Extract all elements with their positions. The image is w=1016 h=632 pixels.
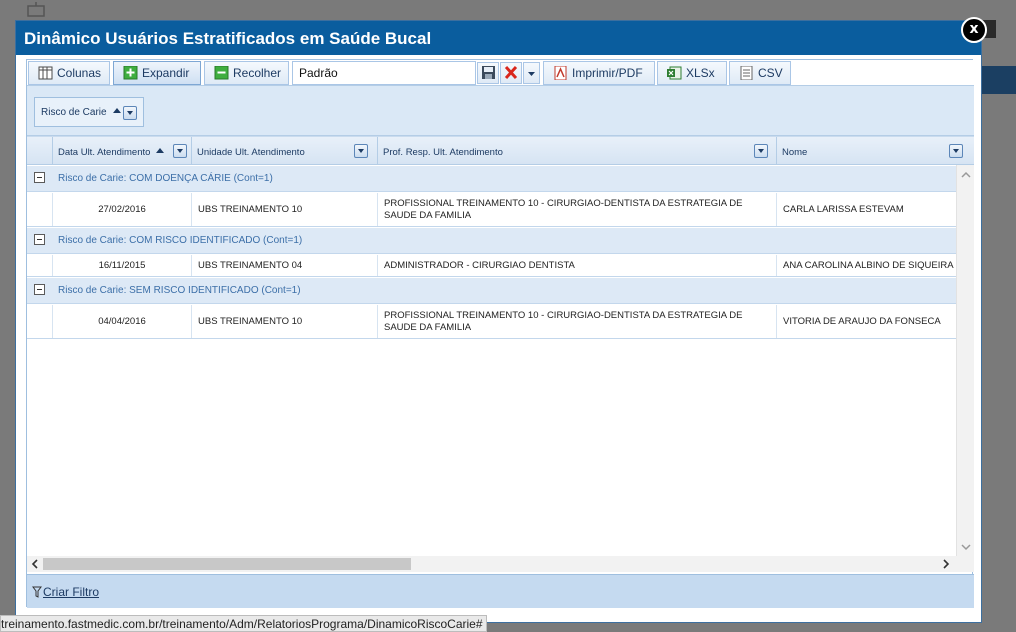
collapse-group-icon[interactable] xyxy=(34,234,45,245)
expandir-button[interactable]: Expandir xyxy=(113,61,201,85)
save-layout-button[interactable] xyxy=(477,62,499,84)
scrollbar-corner xyxy=(956,556,974,572)
column-filter-button[interactable] xyxy=(754,144,768,158)
header-label: Unidade Ult. Atendimento xyxy=(197,147,305,158)
pdf-icon xyxy=(554,66,567,80)
imprimir-pdf-button[interactable]: Imprimir/PDF xyxy=(543,61,655,85)
group-row-label: Risco de Carie: COM RISCO IDENTIFICADO (… xyxy=(58,235,303,246)
cell-data: 04/04/2016 xyxy=(53,305,192,338)
header-indent-cell xyxy=(27,137,53,165)
cell-nome: CARLA LARISSA ESTEVAM xyxy=(783,203,904,215)
row-indent-cell xyxy=(27,305,53,338)
group-row[interactable]: Risco de Carie: COM DOENÇA CÁRIE (Cont=1… xyxy=(27,166,956,192)
floppy-disk-icon xyxy=(482,66,495,79)
collapse-minus-icon xyxy=(214,66,229,80)
modal-title: Dinâmico Usuários Estratificados em Saúd… xyxy=(16,21,981,55)
sort-ascending-icon xyxy=(156,148,165,153)
cell-unidade: UBS TREINAMENTO 10 xyxy=(192,193,378,226)
cell-unidade: UBS TREINAMENTO 04 xyxy=(192,255,378,276)
report-content: Colunas Expandir Recolher Padrão Imprimi… xyxy=(26,59,974,608)
status-bar-url: treinamento.fastmedic.com.br/treinamento… xyxy=(0,615,487,632)
columns-icon xyxy=(38,66,53,80)
funnel-icon xyxy=(32,586,42,598)
scroll-right-arrow-icon[interactable] xyxy=(939,556,953,572)
table-row[interactable]: 27/02/2016 UBS TREINAMENTO 10 PROFISSION… xyxy=(27,193,956,227)
scroll-left-arrow-icon[interactable] xyxy=(28,556,42,572)
cell-prof: PROFISSIONAL TREINAMENTO 10 - CIRURGIAO-… xyxy=(378,193,777,226)
grid-footer: Criar Filtro xyxy=(27,574,974,608)
expandir-label: Expandir xyxy=(142,66,190,80)
cell-data: 27/02/2016 xyxy=(53,193,192,226)
criar-filtro-link[interactable]: Criar Filtro xyxy=(43,585,99,599)
group-row[interactable]: Risco de Carie: SEM RISCO IDENTIFICADO (… xyxy=(27,278,956,304)
table-row[interactable]: 16/11/2015 UBS TREINAMENTO 04 ADMINISTRA… xyxy=(27,255,956,277)
colunas-button[interactable]: Colunas xyxy=(28,61,110,85)
group-chip-filter-button[interactable] xyxy=(123,106,137,120)
pdf-label: Imprimir/PDF xyxy=(572,66,643,80)
csv-document-icon xyxy=(740,66,753,80)
recolher-button[interactable]: Recolher xyxy=(204,61,289,85)
background-logo-icon xyxy=(27,2,45,17)
cell-prof: ADMINISTRADOR - CIRURGIAO DENTISTA xyxy=(378,255,777,276)
collapse-group-icon[interactable] xyxy=(34,172,45,183)
report-modal: Dinâmico Usuários Estratificados em Saúd… xyxy=(15,20,982,623)
row-indent-cell xyxy=(27,193,53,226)
header-unidade-ult-atendimento[interactable]: Unidade Ult. Atendimento xyxy=(192,137,378,165)
chevron-down-icon xyxy=(528,72,535,76)
header-label: Prof. Resp. Ult. Atendimento xyxy=(383,147,503,158)
excel-icon xyxy=(667,66,682,80)
data-grid: Data Ult. Atendimento Unidade Ult. Atend… xyxy=(27,136,974,556)
group-chip-risco-de-carie[interactable]: Risco de Carie xyxy=(34,97,144,127)
close-modal-button[interactable]: x xyxy=(961,17,987,43)
vertical-scrollbar[interactable] xyxy=(956,165,974,556)
header-label: Data Ult. Atendimento xyxy=(58,147,151,158)
header-nome[interactable]: Nome xyxy=(777,137,974,165)
horizontal-scroll-thumb[interactable] xyxy=(43,558,411,570)
scroll-up-arrow-icon[interactable] xyxy=(957,169,974,181)
cell-data: 16/11/2015 xyxy=(53,255,192,276)
group-by-area: Risco de Carie xyxy=(27,86,974,136)
group-row-label: Risco de Carie: COM DOENÇA CÁRIE (Cont=1… xyxy=(58,173,273,184)
xlsx-label: XLSx xyxy=(686,66,715,80)
layout-select-input[interactable]: Padrão xyxy=(292,61,476,85)
group-chip-label: Risco de Carie xyxy=(41,107,107,118)
header-prof-resp-ult-atendimento[interactable]: Prof. Resp. Ult. Atendimento xyxy=(378,137,777,165)
delete-layout-button[interactable] xyxy=(500,62,522,84)
row-indent-cell xyxy=(27,255,53,276)
expand-plus-icon xyxy=(123,66,138,80)
cell-nome: ANA CAROLINA ALBINO DE SIQUEIRA xyxy=(783,259,954,271)
csv-label: CSV xyxy=(758,66,783,80)
column-filter-button[interactable] xyxy=(949,144,963,158)
red-x-icon xyxy=(504,65,518,80)
csv-button[interactable]: CSV xyxy=(729,61,791,85)
cell-unidade: UBS TREINAMENTO 10 xyxy=(192,305,378,338)
xlsx-button[interactable]: XLSx xyxy=(657,61,727,85)
horizontal-scrollbar[interactable] xyxy=(27,556,956,572)
sort-ascending-icon xyxy=(112,108,121,113)
column-filter-button[interactable] xyxy=(354,144,368,158)
group-row[interactable]: Risco de Carie: COM RISCO IDENTIFICADO (… xyxy=(27,228,956,254)
column-filter-button[interactable] xyxy=(173,144,187,158)
background-header-strip xyxy=(982,66,1016,94)
cell-nome: VITORIA DE ARAUJO DA FONSECA xyxy=(783,315,941,327)
header-data-ult-atendimento[interactable]: Data Ult. Atendimento xyxy=(53,137,192,165)
colunas-label: Colunas xyxy=(57,66,102,80)
scroll-down-arrow-icon[interactable] xyxy=(957,541,974,553)
report-toolbar: Colunas Expandir Recolher Padrão Imprimi… xyxy=(27,60,974,86)
grid-header: Data Ult. Atendimento Unidade Ult. Atend… xyxy=(27,136,974,165)
header-label: Nome xyxy=(782,147,808,158)
layout-dropdown-button[interactable] xyxy=(523,62,540,84)
recolher-label: Recolher xyxy=(233,66,282,80)
group-row-label: Risco de Carie: SEM RISCO IDENTIFICADO (… xyxy=(58,285,301,296)
table-row[interactable]: 04/04/2016 UBS TREINAMENTO 10 PROFISSION… xyxy=(27,305,956,339)
collapse-group-icon[interactable] xyxy=(34,284,45,295)
cell-prof: PROFISSIONAL TREINAMENTO 10 - CIRURGIAO-… xyxy=(378,305,777,338)
